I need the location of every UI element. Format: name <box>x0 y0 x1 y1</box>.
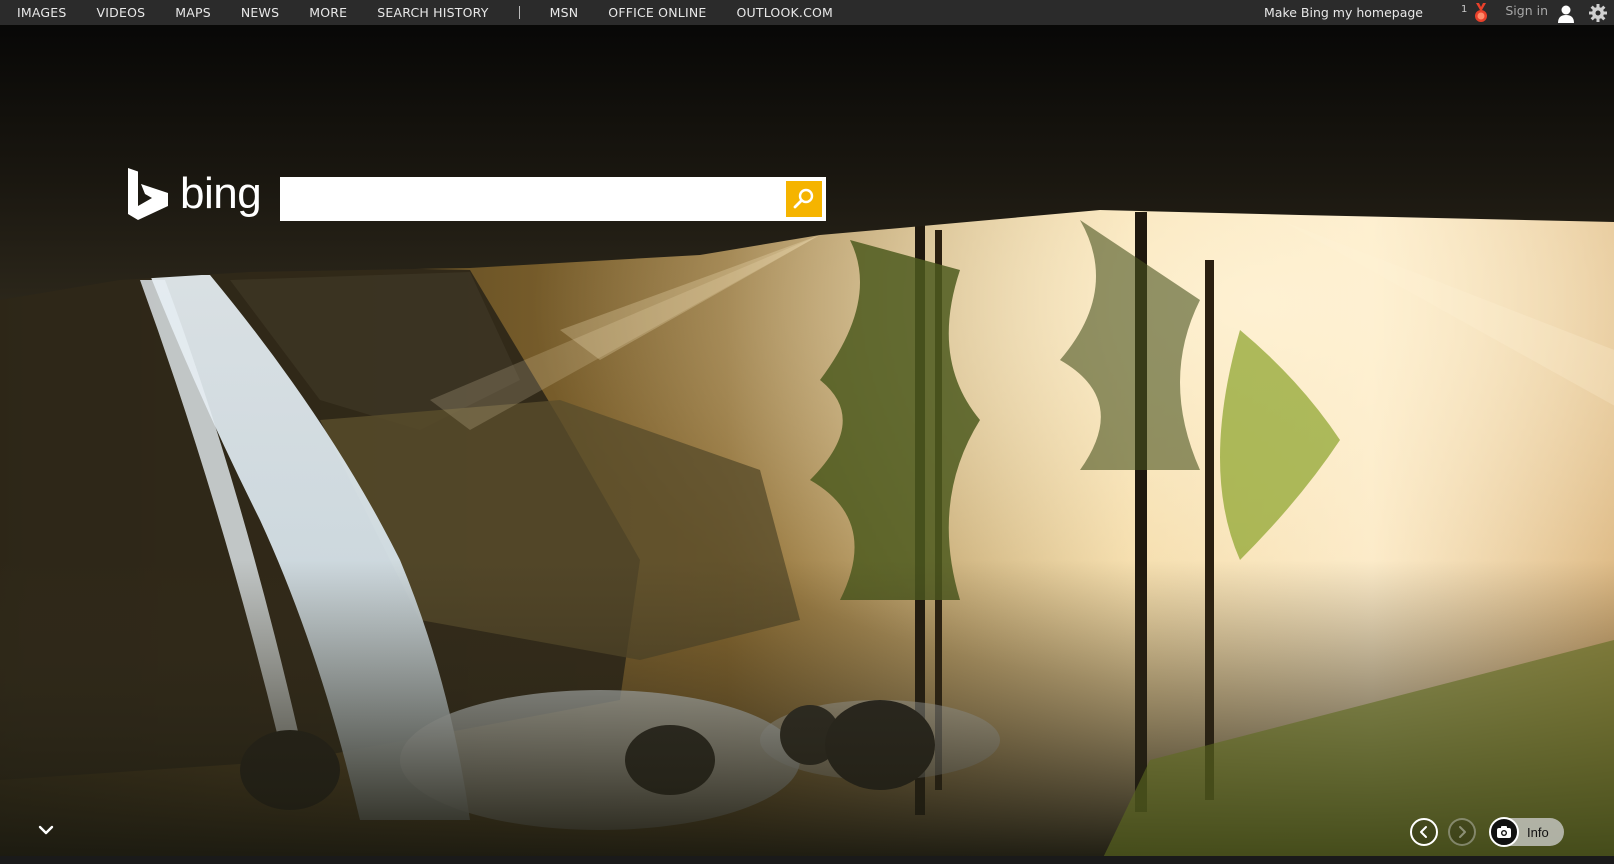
bing-logo-text: bing <box>180 169 262 218</box>
previous-image-button[interactable] <box>1410 818 1438 846</box>
nav-images[interactable]: IMAGES <box>17 5 67 20</box>
make-homepage-link[interactable]: Make Bing my homepage <box>1264 5 1423 20</box>
chevron-down-icon[interactable] <box>36 822 56 838</box>
nav-search-history[interactable]: SEARCH HISTORY <box>377 5 488 20</box>
search-button[interactable] <box>786 181 822 217</box>
nav-videos[interactable]: VIDEOS <box>97 5 146 20</box>
camera-badge <box>1489 817 1519 847</box>
image-controls: Info <box>1410 816 1564 848</box>
rewards-count: 1 <box>1460 4 1468 15</box>
nav-maps[interactable]: MAPS <box>175 5 211 20</box>
nav-divider <box>518 6 520 19</box>
background-image <box>0 0 1614 864</box>
nav-more[interactable]: MORE <box>309 5 347 20</box>
user-icon[interactable] <box>1556 2 1576 23</box>
chevron-right-icon <box>1459 826 1466 838</box>
gear-icon[interactable] <box>1588 3 1608 23</box>
top-bar: IMAGES VIDEOS MAPS NEWS MORE SEARCH HIST… <box>0 0 1614 25</box>
search-input[interactable] <box>286 180 780 218</box>
search-box <box>280 177 826 221</box>
signin-link[interactable]: Sign in <box>1505 3 1548 18</box>
nav-msn[interactable]: MSN <box>550 5 579 20</box>
nav-outlook[interactable]: OUTLOOK.COM <box>736 5 833 20</box>
header-right: Make Bing my homepage 1 Sign in <box>1264 0 1614 25</box>
bing-logo-icon <box>128 168 168 220</box>
nav-news[interactable]: NEWS <box>241 5 279 20</box>
next-image-button[interactable] <box>1448 818 1476 846</box>
main-nav: IMAGES VIDEOS MAPS NEWS MORE SEARCH HIST… <box>0 0 863 25</box>
chevron-left-icon <box>1420 826 1427 838</box>
info-button[interactable]: Info <box>1489 817 1564 847</box>
search-icon <box>793 188 814 209</box>
camera-icon <box>1497 826 1511 838</box>
medal-icon[interactable] <box>1473 2 1489 23</box>
bing-logo[interactable]: bing <box>126 168 262 220</box>
info-label: Info <box>1527 824 1549 840</box>
nav-office-online[interactable]: OFFICE ONLINE <box>608 5 706 20</box>
bottom-strip <box>0 856 1614 864</box>
